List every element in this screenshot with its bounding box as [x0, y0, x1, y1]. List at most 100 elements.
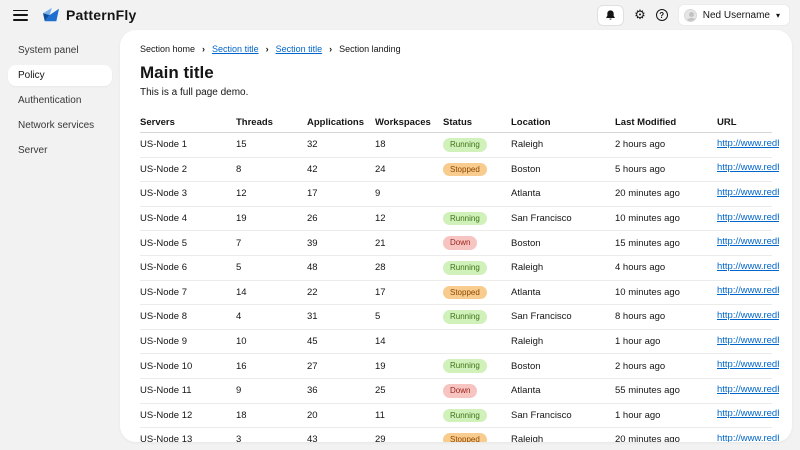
column-header-workspaces: Workspaces — [375, 117, 443, 128]
workspaces-cell: 25 — [375, 385, 443, 396]
last-modified-cell: 20 minutes ago — [615, 434, 717, 442]
applications-cell: 32 — [307, 139, 375, 150]
notifications-button[interactable] — [597, 5, 624, 26]
question-icon: ? — [656, 9, 668, 21]
server-cell: US-Node 2 — [140, 164, 236, 175]
url-link[interactable]: http://www.redhat... — [717, 162, 779, 173]
status-badge: Running — [443, 212, 487, 226]
table-row: US-Node 4192612RunningSan Francisco10 mi… — [140, 207, 772, 232]
server-cell: US-Node 6 — [140, 262, 236, 273]
sidebar-item-authentication[interactable]: Authentication — [8, 90, 112, 111]
applications-cell: 27 — [307, 361, 375, 372]
brand: PatternFly — [42, 7, 136, 23]
last-modified-cell: 2 hours ago — [615, 139, 717, 150]
server-cell: US-Node 13 — [140, 434, 236, 442]
applications-cell: 36 — [307, 385, 375, 396]
status-badge: Running — [443, 310, 487, 324]
sidebar-item-network-services[interactable]: Network services — [8, 115, 112, 136]
workspaces-cell: 18 — [375, 139, 443, 150]
threads-cell: 4 — [236, 311, 307, 322]
url-link[interactable]: http://www.redhat... — [717, 138, 779, 149]
url-link[interactable]: http://www.redhat... — [717, 384, 779, 395]
last-modified-cell: 10 minutes ago — [615, 213, 717, 224]
url-cell: http://www.redhat... — [717, 261, 780, 275]
location-cell: Raleigh — [511, 336, 615, 347]
help-button[interactable]: ? — [656, 9, 668, 21]
breadcrumb-link[interactable]: Section title — [212, 44, 259, 54]
user-menu-button[interactable]: Ned Username ▾ — [678, 4, 790, 26]
url-link[interactable]: http://www.redhat... — [717, 310, 779, 321]
url-cell: http://www.redhat... — [717, 335, 780, 349]
server-cell: US-Node 8 — [140, 311, 236, 322]
nav-toggle-icon[interactable] — [13, 10, 28, 21]
sidebar-item-server[interactable]: Server — [8, 140, 112, 161]
applications-cell: 39 — [307, 238, 375, 249]
sidebar-item-policy[interactable]: Policy — [8, 65, 112, 86]
page-subtitle: This is a full page demo. — [140, 87, 772, 98]
breadcrumb-current: Section landing — [339, 44, 401, 54]
table-row: US-Node 9104514Raleigh1 hour agohttp://w… — [140, 330, 772, 355]
workspaces-cell: 11 — [375, 410, 443, 421]
url-cell: http://www.redhat... — [717, 162, 780, 176]
location-cell: San Francisco — [511, 311, 615, 322]
breadcrumb-chevron-icon: › — [266, 44, 269, 54]
last-modified-cell: 10 minutes ago — [615, 287, 717, 298]
url-cell: http://www.redhat... — [717, 408, 780, 422]
server-cell: US-Node 9 — [140, 336, 236, 347]
patternfly-logo-icon — [42, 7, 60, 23]
last-modified-cell: 4 hours ago — [615, 262, 717, 273]
url-cell: http://www.redhat... — [717, 212, 780, 226]
breadcrumb-link[interactable]: Section title — [276, 44, 323, 54]
url-link[interactable]: http://www.redhat... — [717, 359, 779, 370]
masthead-toolbar: ⚙ ? Ned Username ▾ — [597, 4, 790, 26]
column-header-applications: Applications — [307, 117, 375, 128]
table-row: US-Node 1153218RunningRaleigh2 hours ago… — [140, 133, 772, 158]
url-link[interactable]: http://www.redhat... — [717, 187, 779, 198]
applications-cell: 43 — [307, 434, 375, 442]
applications-cell: 48 — [307, 262, 375, 273]
url-link[interactable]: http://www.redhat... — [717, 212, 779, 223]
url-link[interactable]: http://www.redhat... — [717, 285, 779, 296]
column-header-url: URL — [717, 117, 780, 128]
table-row: US-Node 312179Atlanta20 minutes agohttp:… — [140, 182, 772, 207]
status-cell: Down — [443, 384, 511, 398]
url-link[interactable]: http://www.redhat... — [717, 408, 779, 419]
threads-cell: 18 — [236, 410, 307, 421]
server-cell: US-Node 3 — [140, 188, 236, 199]
location-cell: San Francisco — [511, 410, 615, 421]
server-cell: US-Node 12 — [140, 410, 236, 421]
applications-cell: 17 — [307, 188, 375, 199]
breadcrumb-item: Section home — [140, 44, 195, 54]
url-link[interactable]: http://www.redhat... — [717, 236, 779, 247]
url-cell: http://www.redhat... — [717, 138, 780, 152]
url-link[interactable]: http://www.redhat... — [717, 335, 779, 346]
table-row: US-Node 1334329StoppedRaleigh20 minutes … — [140, 428, 772, 442]
url-link[interactable]: http://www.redhat... — [717, 261, 779, 272]
gear-icon: ⚙ — [634, 9, 646, 22]
threads-cell: 12 — [236, 188, 307, 199]
breadcrumb-chevron-icon: › — [329, 44, 332, 54]
url-link[interactable]: http://www.redhat... — [717, 433, 779, 442]
server-cell: US-Node 5 — [140, 238, 236, 249]
threads-cell: 15 — [236, 139, 307, 150]
workspaces-cell: 29 — [375, 434, 443, 442]
breadcrumb: Section home › Section title › Section t… — [140, 44, 772, 54]
brand-name: PatternFly — [66, 7, 136, 23]
threads-cell: 5 — [236, 262, 307, 273]
threads-cell: 7 — [236, 238, 307, 249]
applications-cell: 42 — [307, 164, 375, 175]
status-cell: Running — [443, 409, 511, 423]
breadcrumb-chevron-icon: › — [202, 44, 205, 54]
workspaces-cell: 28 — [375, 262, 443, 273]
sidebar-item-system-panel[interactable]: System panel — [8, 40, 112, 61]
last-modified-cell: 8 hours ago — [615, 311, 717, 322]
table-row: US-Node 654828RunningRaleigh4 hours agoh… — [140, 256, 772, 281]
last-modified-cell: 2 hours ago — [615, 361, 717, 372]
status-cell: Down — [443, 236, 511, 250]
last-modified-cell: 1 hour ago — [615, 410, 717, 421]
column-header-last-modified: Last Modified — [615, 117, 717, 128]
threads-cell: 9 — [236, 385, 307, 396]
threads-cell: 19 — [236, 213, 307, 224]
settings-button[interactable]: ⚙ — [634, 9, 646, 22]
last-modified-cell: 15 minutes ago — [615, 238, 717, 249]
